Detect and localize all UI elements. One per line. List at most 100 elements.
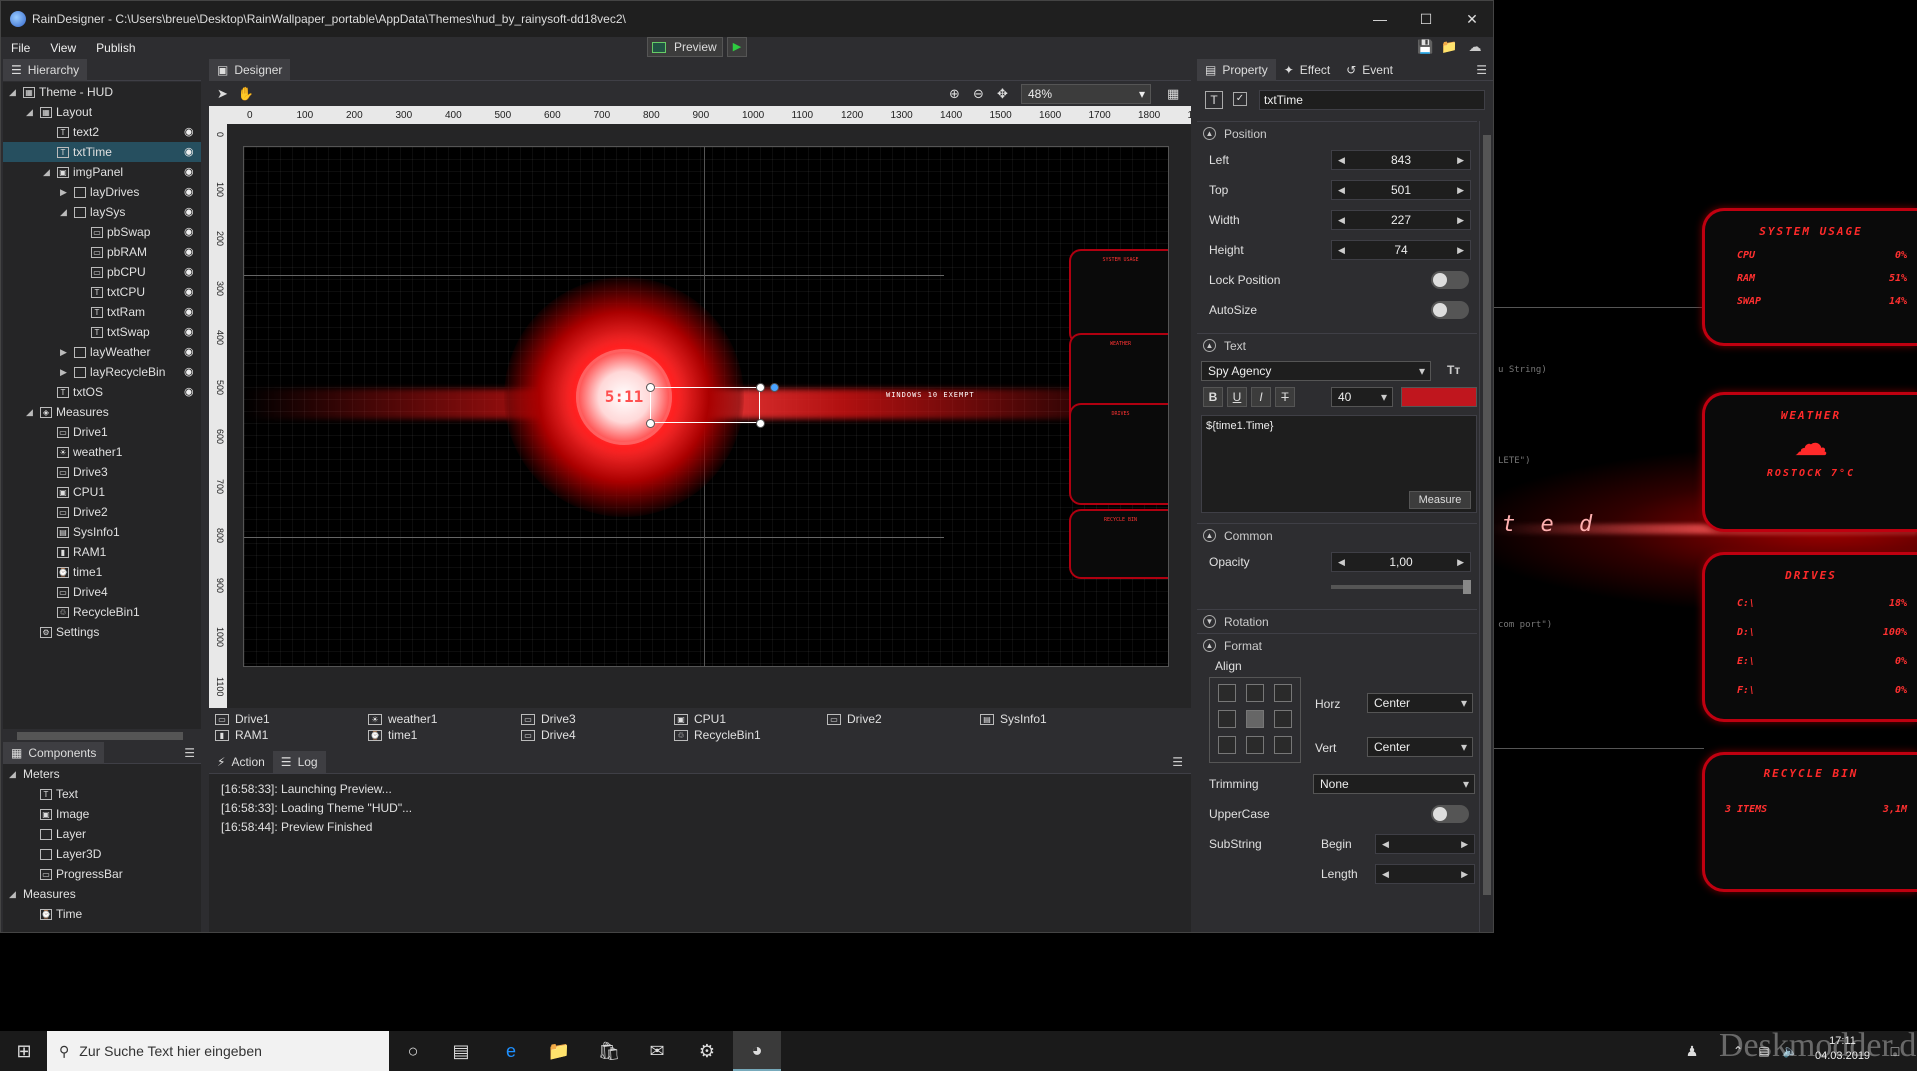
- decrement-icon[interactable]: ◀: [1338, 215, 1345, 226]
- raindesigner-taskbar-icon[interactable]: ◕: [733, 1031, 781, 1071]
- decrement-icon[interactable]: ◀: [1338, 245, 1345, 256]
- increment-icon[interactable]: ▶: [1457, 215, 1464, 226]
- measure-item-drive3[interactable]: ▭ Drive3: [521, 712, 576, 726]
- visibility-eye-icon[interactable]: ◉: [184, 346, 197, 358]
- tree-item-ram1[interactable]: ▮ RAM1: [3, 542, 201, 562]
- visibility-eye-icon[interactable]: ◉: [184, 246, 197, 258]
- tree-item-settings[interactable]: ⚙ Settings: [3, 622, 201, 642]
- align-cell-button[interactable]: [1218, 736, 1236, 754]
- increment-icon[interactable]: ▶: [1461, 839, 1468, 850]
- collapse-arrow-icon[interactable]: ◢: [9, 764, 19, 784]
- tab-hierarchy[interactable]: ☰ Hierarchy: [3, 58, 88, 81]
- trimming-select[interactable]: None: [1313, 774, 1475, 794]
- top-spinner[interactable]: ◀ 501 ▶: [1331, 180, 1471, 200]
- tree-item-time1[interactable]: ⌚ time1: [3, 562, 201, 582]
- align-cell-button[interactable]: [1274, 736, 1292, 754]
- collapse-arrow-icon[interactable]: ◢: [26, 402, 36, 422]
- title-bar[interactable]: RainDesigner - C:\Users\breue\Desktop\Ra…: [1, 1, 1493, 37]
- uppercase-toggle[interactable]: [1431, 805, 1469, 823]
- length-spinner[interactable]: ◀ ▶: [1375, 864, 1475, 884]
- increment-icon[interactable]: ▶: [1457, 245, 1464, 256]
- tree-item-image[interactable]: ▣ Image: [3, 804, 201, 824]
- resize-handle[interactable]: [756, 419, 765, 428]
- tree-item-text[interactable]: T Text: [3, 784, 201, 804]
- tab-components[interactable]: ▦ Components: [3, 741, 105, 764]
- cortana-icon[interactable]: ○: [389, 1031, 437, 1071]
- tree-item-txttime[interactable]: TtxtTime ◉: [3, 142, 201, 162]
- opacity-slider-thumb[interactable]: [1463, 580, 1471, 594]
- play-button[interactable]: ▶: [727, 37, 747, 57]
- taskbar-search-box[interactable]: ⚲ Zur Suche Text hier eingeben: [47, 1031, 389, 1071]
- visibility-eye-icon[interactable]: ◉: [184, 386, 197, 398]
- tree-item-drive1[interactable]: ▭ Drive1: [3, 422, 201, 442]
- tree-item-pbram[interactable]: ▭ pbRAM ◉: [3, 242, 201, 262]
- italic-button[interactable]: I: [1251, 387, 1271, 407]
- align-cell-button[interactable]: [1246, 684, 1264, 702]
- resize-handle[interactable]: [646, 383, 655, 392]
- file-explorer-icon[interactable]: 📁: [535, 1031, 583, 1071]
- measure-item-drive1[interactable]: ▭ Drive1: [215, 712, 270, 726]
- align-cell-button[interactable]: [1246, 710, 1264, 728]
- measure-item-sysinfo1[interactable]: ▤ SysInfo1: [980, 712, 1047, 726]
- tree-item-pbswap[interactable]: ▭ pbSwap ◉: [3, 222, 201, 242]
- expand-arrow-icon[interactable]: ▶: [60, 362, 70, 382]
- tab-designer[interactable]: ▣ Designer: [209, 58, 291, 81]
- tree-item-txtswap[interactable]: TtxtSwap ◉: [3, 322, 201, 342]
- resize-handle[interactable]: [646, 419, 655, 428]
- menu-publish[interactable]: Publish: [86, 41, 145, 55]
- increment-icon[interactable]: ▶: [1457, 155, 1464, 166]
- system-clock[interactable]: 17:11 04.03.2019: [1815, 1034, 1870, 1064]
- grid-toggle-icon[interactable]: ▦: [1167, 86, 1179, 102]
- tab-action[interactable]: ⚡ Action: [209, 751, 273, 773]
- underline-button[interactable]: U: [1227, 387, 1247, 407]
- decrement-icon[interactable]: ◀: [1338, 155, 1345, 166]
- height-spinner[interactable]: ◀ 74 ▶: [1331, 240, 1471, 260]
- width-spinner[interactable]: ◀ 227 ▶: [1331, 210, 1471, 230]
- opacity-slider[interactable]: [1331, 585, 1471, 589]
- select-pointer-icon[interactable]: ➤: [217, 86, 228, 102]
- section-position[interactable]: ▲ Position: [1197, 121, 1477, 145]
- expand-arrow-icon[interactable]: ▶: [60, 182, 70, 202]
- lock-position-toggle[interactable]: [1431, 271, 1469, 289]
- tree-item-txtos[interactable]: TtxtOS ◉: [3, 382, 201, 402]
- section-text[interactable]: ▲ Text: [1197, 333, 1477, 357]
- expand-arrow-icon[interactable]: ▶: [60, 342, 70, 362]
- tree-item-text2[interactable]: Ttext2 ◉: [3, 122, 201, 142]
- close-button[interactable]: ✕: [1449, 1, 1495, 37]
- design-canvas[interactable]: 5:11 WINDOWS 10 EXEMPT SYSTEM USAGE WEAT…: [243, 146, 1169, 667]
- visibility-eye-icon[interactable]: ◉: [184, 266, 197, 278]
- tree-item-meters[interactable]: ◢ Meters: [3, 764, 201, 784]
- visibility-eye-icon[interactable]: ◉: [184, 146, 197, 158]
- opacity-spinner[interactable]: ◀ 1,00 ▶: [1331, 552, 1471, 572]
- vert-align-select[interactable]: Center: [1367, 737, 1473, 757]
- save-icon[interactable]: 💾: [1417, 39, 1433, 55]
- maximize-button[interactable]: ☐: [1403, 1, 1449, 37]
- decrement-icon[interactable]: ◀: [1338, 557, 1345, 568]
- collapse-arrow-icon[interactable]: ◢: [43, 162, 53, 182]
- tree-item-measures[interactable]: ◢ Measures: [3, 884, 201, 904]
- edge-browser-icon[interactable]: e: [487, 1031, 535, 1071]
- selection-box[interactable]: [650, 387, 760, 423]
- scrollbar-thumb[interactable]: [1483, 135, 1491, 895]
- visibility-eye-icon[interactable]: ◉: [184, 126, 197, 138]
- tree-item-layrecyclebin[interactable]: ▶ layRecycleBin ◉: [3, 362, 201, 382]
- collapse-arrow-icon[interactable]: ◢: [9, 884, 19, 904]
- visibility-eye-icon[interactable]: ◉: [184, 326, 197, 338]
- increment-icon[interactable]: ▶: [1457, 185, 1464, 196]
- tree-item-layout[interactable]: ◢ ▦ Layout: [3, 102, 201, 122]
- align-cell-button[interactable]: [1274, 710, 1292, 728]
- decrement-icon[interactable]: ◀: [1382, 839, 1389, 850]
- font-size-icon[interactable]: Tт: [1447, 363, 1460, 377]
- strikethrough-button[interactable]: T: [1275, 387, 1295, 407]
- measure-item-weather1[interactable]: ☀ weather1: [368, 712, 437, 726]
- windows-start-icon[interactable]: ⊞: [0, 1031, 48, 1071]
- tree-item-sysinfo1[interactable]: ▤ SysInfo1: [3, 522, 201, 542]
- measure-item-drive4[interactable]: ▭ Drive4: [521, 728, 576, 742]
- people-icon[interactable]: ♟: [1680, 1031, 1704, 1071]
- element-name-input[interactable]: [1259, 90, 1485, 110]
- tree-item-layweather[interactable]: ▶ layWeather ◉: [3, 342, 201, 362]
- bold-button[interactable]: B: [1203, 387, 1223, 407]
- zoom-in-icon[interactable]: ⊕: [949, 86, 960, 102]
- begin-spinner[interactable]: ◀ ▶: [1375, 834, 1475, 854]
- visibility-eye-icon[interactable]: ◉: [184, 366, 197, 378]
